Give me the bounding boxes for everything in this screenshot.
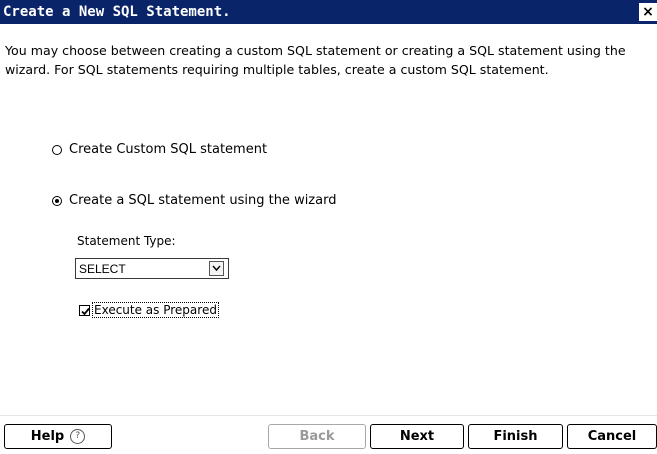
cancel-button-label[interactable]: Cancel: [588, 429, 637, 444]
description-text: You may choose between creating a custom…: [5, 43, 626, 77]
back-button[interactable]: Back: [268, 424, 366, 449]
close-button[interactable]: ×: [639, 3, 657, 21]
chevron-down-icon: [212, 265, 221, 272]
sql-statement-dialog: Create a New SQL Statement. × You may ch…: [0, 0, 657, 454]
dropdown-arrow-button[interactable]: [209, 261, 224, 276]
help-icon: ?: [70, 429, 86, 444]
radio-wizard-sql[interactable]: Create a SQL statement using the wizard: [52, 193, 336, 208]
window-title: Create a New SQL Statement.: [3, 4, 231, 20]
statement-type-select[interactable]: SELECT: [75, 258, 229, 279]
close-icon[interactable]: ×: [642, 4, 654, 20]
radio-button-custom[interactable]: [52, 144, 62, 155]
next-button[interactable]: Next: [370, 424, 464, 449]
back-button-label[interactable]: Back: [299, 429, 334, 444]
finish-button[interactable]: Finish: [468, 424, 563, 449]
finish-button-label[interactable]: Finish: [493, 429, 537, 444]
footer-divider: [0, 415, 657, 416]
cancel-button[interactable]: Cancel: [567, 424, 657, 449]
execute-prepared-checkbox[interactable]: [79, 304, 90, 316]
next-button-label[interactable]: Next: [400, 429, 434, 444]
execute-prepared-row[interactable]: Execute as Prepared: [79, 302, 219, 318]
radio-button-wizard[interactable]: [52, 195, 62, 206]
checkmark-icon: [81, 307, 90, 315]
statement-type-value[interactable]: SELECT: [79, 262, 126, 276]
radio-label-wizard[interactable]: Create a SQL statement using the wizard: [69, 193, 336, 208]
help-button-label[interactable]: Help: [31, 429, 64, 444]
radio-custom-sql[interactable]: Create Custom SQL statement: [52, 142, 267, 157]
execute-prepared-label[interactable]: Execute as Prepared: [92, 302, 219, 318]
help-button[interactable]: Help ?: [4, 424, 112, 449]
title-bar: Create a New SQL Statement. ×: [0, 0, 657, 24]
statement-type-label: Statement Type:: [77, 234, 176, 248]
radio-label-custom[interactable]: Create Custom SQL statement: [69, 142, 267, 157]
